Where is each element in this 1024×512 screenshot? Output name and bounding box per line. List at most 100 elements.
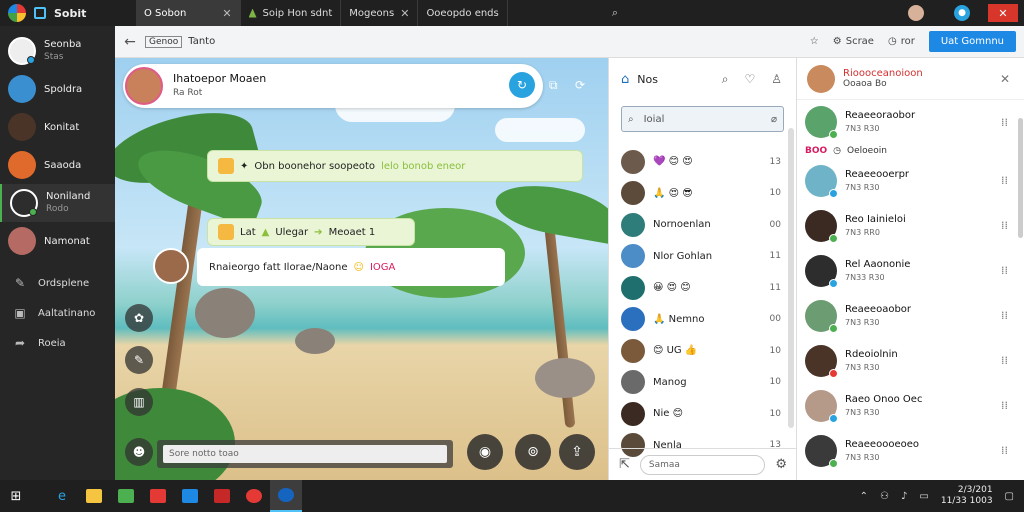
search-icon[interactable]: ⌕ — [602, 6, 628, 20]
tab-label: Soip Hon sdnt — [262, 7, 333, 19]
back-arrow-icon[interactable]: ← — [115, 34, 145, 50]
camera-button[interactable]: ⊚ — [515, 434, 551, 470]
send-button[interactable]: ⇪ — [559, 434, 595, 470]
list-item[interactable]: 🙏 😍 😎 10 — [609, 178, 787, 210]
gift-icon[interactable]: ✿ — [125, 304, 153, 332]
notification-icon[interactable]: ▢ — [1005, 491, 1014, 502]
tool-label: Roeia — [38, 337, 66, 349]
more-icon[interactable]: ⁞⁞ — [1001, 399, 1008, 412]
more-icon[interactable]: ⁞⁞ — [1001, 174, 1008, 187]
tab-4[interactable]: Ooeopdo ends — [418, 0, 508, 26]
more-icon[interactable]: ⁞⁞ — [1001, 264, 1008, 277]
list-item[interactable]: Nornoenlan 00 — [609, 209, 787, 241]
list-item[interactable]: Reo Iainieloi 7N3 RR0 ⁞⁞ — [797, 203, 1024, 248]
volume-icon[interactable]: ♪ — [901, 491, 907, 502]
list-item[interactable]: Rdeoiolnin 7N3 R30 ⁞⁞ — [797, 338, 1024, 383]
item-label: ror — [900, 36, 915, 47]
record-button[interactable]: ◉ — [467, 434, 503, 470]
settings-icon[interactable]: ⚙ — [775, 457, 787, 472]
folder-icon[interactable] — [78, 480, 110, 512]
toolbar-field[interactable]: Genoo Tanto — [145, 35, 215, 48]
sidebar-tool-image[interactable]: ▣ Aaltatinano — [0, 298, 115, 328]
app-badge: Sobit — [0, 0, 136, 26]
sidebar-contact[interactable]: Saaoda — [0, 146, 115, 184]
more-icon[interactable]: ⁞⁞ — [1001, 354, 1008, 367]
list-item[interactable]: 😀 😍 😊 11 — [609, 272, 787, 304]
message-input[interactable]: Sore notto toao — [163, 445, 447, 463]
contact-sub: 7N3 RR0 — [845, 227, 880, 237]
battery-icon[interactable]: ▭ — [919, 491, 928, 502]
chart-icon[interactable]: ▥ — [125, 388, 153, 416]
list-item[interactable]: Nlor Gohlan 11 — [609, 241, 787, 273]
avatar — [8, 151, 36, 179]
list-item[interactable]: 💜 😊 😍 13 — [609, 146, 787, 178]
search-icon[interactable]: ⌕ — [722, 72, 729, 87]
scrollbar[interactable] — [1018, 118, 1023, 238]
scrollbar[interactable] — [788, 128, 794, 428]
expand-icon[interactable]: ⧉ — [549, 78, 558, 93]
primary-button[interactable]: Uat Gomnnu — [928, 31, 1016, 52]
chat-app-icon[interactable] — [270, 480, 302, 512]
toolbar-item-1[interactable]: ⚙ Scrae — [833, 36, 874, 47]
search-input[interactable]: ⌕ Ioial ⌀ — [621, 106, 784, 132]
close-icon[interactable]: ✕ — [1000, 72, 1010, 86]
sidebar-tool-chat[interactable]: ✎ Ordsplene — [0, 268, 115, 298]
app-icon[interactable] — [142, 480, 174, 512]
sidebar-contact[interactable]: Spoldra — [0, 70, 115, 108]
sidebar-contact[interactable]: Namonat — [0, 222, 115, 260]
list-item[interactable]: Nie 😊 10 — [609, 398, 787, 430]
chrome-icon[interactable] — [238, 480, 270, 512]
list-title: Nos — [637, 72, 658, 86]
tab-close-icon[interactable]: ✕ — [400, 7, 409, 20]
call-icon[interactable]: ↻ — [509, 72, 535, 98]
list-item[interactable]: Reaeeoaobor 7N3 R30 ⁞⁞ — [797, 293, 1024, 338]
list-item[interactable]: 😊 UG 👍 10 — [609, 335, 787, 367]
tab-close-icon[interactable]: ✕ — [222, 7, 231, 20]
tab-1[interactable]: O Sobon ✕ — [136, 0, 241, 26]
list-item[interactable]: Manog 10 — [609, 367, 787, 399]
star-icon[interactable]: ☆ — [810, 36, 819, 47]
smile-icon: ☺ — [353, 261, 364, 273]
footer-input[interactable]: Samaa — [639, 454, 766, 475]
sidebar-contact-active[interactable]: Noniland Rodo — [0, 184, 115, 222]
window-close-button[interactable]: ✕ — [988, 4, 1018, 22]
more-icon[interactable]: ⁞⁞ — [1001, 444, 1008, 457]
notes-icon[interactable] — [206, 480, 238, 512]
person-icon[interactable]: ♙ — [771, 72, 782, 87]
more-icon[interactable]: ⁞⁞ — [1001, 116, 1008, 129]
contact-name: Reaeeoaobor — [845, 303, 912, 315]
clock[interactable]: 2/3/201 11/33 1003 — [941, 485, 993, 507]
contact-name: Nie 😊 — [653, 408, 684, 420]
list-item[interactable]: Reaeeoraobor 7N3 R30 ⁞⁞ — [797, 100, 1024, 144]
status-icon[interactable]: ● — [954, 5, 970, 21]
chevron-up-icon[interactable]: ⌃ — [860, 491, 868, 502]
list-item[interactable]: Reaeeoooeoeo 7N3 R30 ⁞⁞ — [797, 428, 1024, 473]
list-item[interactable]: Raeo Onoo Oec 7N3 R30 ⁞⁞ — [797, 383, 1024, 428]
edit-icon[interactable]: ✎ — [125, 346, 153, 374]
heart-icon[interactable]: ♡ — [744, 72, 755, 87]
tab-2[interactable]: Soip Hon sdnt — [241, 0, 342, 26]
browser-icon[interactable]: e — [46, 480, 78, 512]
sidebar-contact[interactable]: Seonba Stas — [0, 32, 115, 70]
toolbar-item-2[interactable]: ◷ ror — [888, 36, 915, 47]
tool-label: Aaltatinano — [38, 307, 96, 319]
list-item[interactable]: Reaeeooerpr 7N3 R30 ⁞⁞ — [797, 158, 1024, 203]
windows-start-icon[interactable]: ⊞ — [0, 480, 32, 512]
docs-icon[interactable] — [174, 480, 206, 512]
list-item[interactable]: 🙏 Nemno 00 — [609, 304, 787, 336]
more-icon[interactable]: ⁞⁞ — [1001, 309, 1008, 322]
refresh-icon[interactable]: ⟳ — [575, 78, 585, 92]
share-icon[interactable]: ⇱ — [619, 457, 630, 472]
tab-3[interactable]: Mogeons ✕ — [341, 0, 419, 26]
emoji-icon[interactable]: ☻ — [125, 438, 153, 466]
sidebar-contact[interactable]: Konitat — [0, 108, 115, 146]
more-icon[interactable]: ⁞⁞ — [1001, 219, 1008, 232]
clock-icon: ◷ — [833, 146, 842, 156]
sidebar-tool-share[interactable]: ➦ Roeia — [0, 328, 115, 358]
network-icon[interactable]: ⚇ — [880, 491, 889, 502]
emoji-icon — [218, 224, 234, 240]
list-item[interactable]: Rel Aaononie 7N33 R30 ⁞⁞ — [797, 248, 1024, 293]
store-icon[interactable] — [110, 480, 142, 512]
user-avatar[interactable] — [908, 5, 924, 21]
mic-icon[interactable]: ⌀ — [771, 114, 777, 125]
